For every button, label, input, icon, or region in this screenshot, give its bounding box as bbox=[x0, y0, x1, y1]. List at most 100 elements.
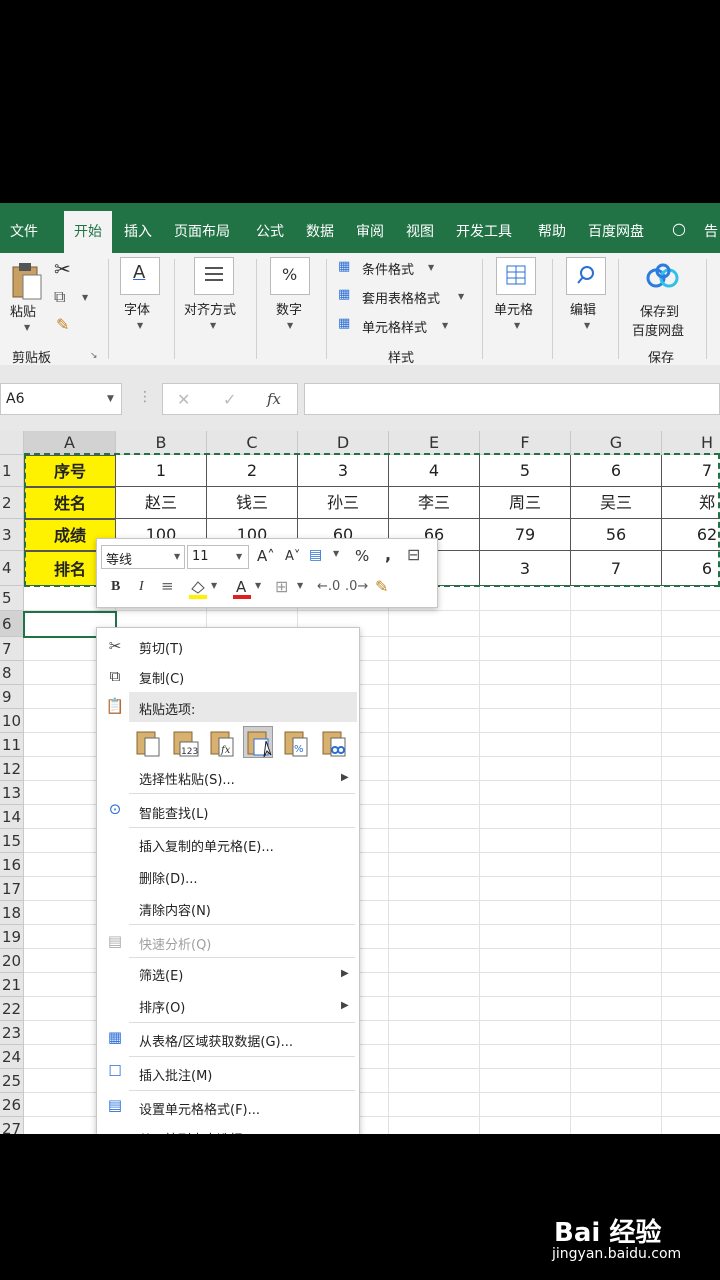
confirm-icon[interactable]: ✓ bbox=[223, 390, 236, 409]
cell[interactable] bbox=[571, 1117, 662, 1134]
row-header[interactable]: 1 bbox=[0, 455, 24, 487]
row-header[interactable]: 17 bbox=[0, 877, 24, 901]
table-cell[interactable]: 钱三 bbox=[207, 487, 298, 519]
chevron-down-icon[interactable]: ▼ bbox=[211, 581, 217, 590]
table-cell[interactable]: 赵三 bbox=[116, 487, 207, 519]
paste-values-icon[interactable]: 123 bbox=[170, 726, 200, 758]
cell[interactable] bbox=[480, 949, 571, 973]
cell[interactable] bbox=[662, 757, 720, 781]
tab-file[interactable]: 文件 bbox=[10, 221, 38, 241]
chevron-down-icon[interactable]: ▼ bbox=[82, 293, 88, 302]
cell[interactable] bbox=[571, 1093, 662, 1117]
paste-formatting-icon[interactable]: % bbox=[281, 726, 311, 758]
cell[interactable] bbox=[571, 611, 662, 637]
table-cell[interactable]: 2 bbox=[207, 455, 298, 487]
tab-review[interactable]: 审阅 bbox=[356, 221, 384, 241]
row-header[interactable]: 10 bbox=[0, 709, 24, 733]
cell[interactable] bbox=[480, 829, 571, 853]
column-header[interactable]: G bbox=[571, 431, 662, 455]
cell[interactable] bbox=[571, 853, 662, 877]
table-cell[interactable]: 6 bbox=[662, 551, 720, 586]
cell[interactable] bbox=[389, 733, 480, 757]
cell[interactable] bbox=[662, 1045, 720, 1069]
cell[interactable] bbox=[480, 781, 571, 805]
cell[interactable] bbox=[480, 805, 571, 829]
cell[interactable] bbox=[571, 661, 662, 685]
cell[interactable] bbox=[571, 901, 662, 925]
cell[interactable] bbox=[662, 973, 720, 997]
cell[interactable] bbox=[662, 611, 720, 637]
decrease-decimal-icon[interactable]: .0→ bbox=[345, 579, 368, 594]
cell-style-button[interactable]: 单元格样式 bbox=[362, 317, 427, 336]
chevron-down-icon[interactable]: ▼ bbox=[24, 323, 30, 332]
row-header[interactable]: 14 bbox=[0, 805, 24, 829]
cell[interactable] bbox=[571, 829, 662, 853]
cell[interactable] bbox=[389, 829, 480, 853]
chevron-down-icon[interactable]: ▼ bbox=[442, 321, 448, 330]
name-box[interactable]: A6 ▼ bbox=[0, 383, 122, 415]
cell[interactable] bbox=[571, 637, 662, 661]
cell[interactable] bbox=[389, 709, 480, 733]
tab-baidu-netdisk[interactable]: 百度网盘 bbox=[588, 221, 644, 241]
cell[interactable] bbox=[480, 637, 571, 661]
alignment-button[interactable] bbox=[194, 257, 234, 295]
table-cell[interactable]: 吴三 bbox=[571, 487, 662, 519]
align-center-icon[interactable]: ≡ bbox=[161, 577, 174, 595]
dialog-launcher-icon[interactable]: ↘ bbox=[90, 351, 98, 361]
cell[interactable] bbox=[480, 733, 571, 757]
cell[interactable] bbox=[480, 757, 571, 781]
table-cell[interactable]: 56 bbox=[571, 519, 662, 551]
font-button[interactable]: A bbox=[120, 257, 160, 295]
table-cell[interactable]: 孙三 bbox=[298, 487, 389, 519]
chevron-down-icon[interactable]: ▼ bbox=[584, 321, 590, 330]
tab-home[interactable]: 开始 bbox=[64, 211, 112, 253]
accounting-format-icon[interactable]: ▤ bbox=[309, 547, 322, 563]
cell[interactable] bbox=[662, 1021, 720, 1045]
percent-style-icon[interactable]: % bbox=[355, 547, 369, 565]
chevron-down-icon[interactable]: ▼ bbox=[428, 263, 434, 272]
cell[interactable] bbox=[389, 1069, 480, 1093]
table-header-cell[interactable]: 序号 bbox=[24, 455, 116, 487]
cell[interactable] bbox=[480, 925, 571, 949]
cell[interactable] bbox=[662, 997, 720, 1021]
menu-item-format-cells[interactable]: 设置单元格格式(F)... bbox=[139, 1099, 260, 1118]
tab-formulas[interactable]: 公式 bbox=[256, 221, 284, 241]
cell[interactable] bbox=[571, 973, 662, 997]
cell[interactable] bbox=[571, 781, 662, 805]
row-header[interactable]: 26 bbox=[0, 1093, 24, 1117]
row-header[interactable]: 25 bbox=[0, 1069, 24, 1093]
paste-formulas-icon[interactable]: fx bbox=[207, 726, 237, 758]
row-header[interactable]: 23 bbox=[0, 1021, 24, 1045]
row-header[interactable]: 11 bbox=[0, 733, 24, 757]
menu-item-paste-special[interactable]: 选择性粘贴(S)... bbox=[139, 769, 235, 788]
row-header[interactable]: 13 bbox=[0, 781, 24, 805]
table-cell[interactable]: 62 bbox=[662, 519, 720, 551]
cell[interactable] bbox=[389, 757, 480, 781]
cell[interactable] bbox=[389, 925, 480, 949]
cell[interactable] bbox=[571, 949, 662, 973]
row-header[interactable]: 20 bbox=[0, 949, 24, 973]
editing-button[interactable] bbox=[566, 257, 606, 295]
table-cell[interactable]: 4 bbox=[389, 455, 480, 487]
cell[interactable] bbox=[389, 1093, 480, 1117]
italic-icon[interactable]: I bbox=[139, 579, 144, 595]
cell[interactable] bbox=[480, 1045, 571, 1069]
cell[interactable] bbox=[662, 709, 720, 733]
cell[interactable] bbox=[389, 1117, 480, 1134]
cell[interactable] bbox=[480, 877, 571, 901]
cell[interactable] bbox=[571, 1069, 662, 1093]
cell[interactable] bbox=[662, 781, 720, 805]
cell[interactable] bbox=[571, 1045, 662, 1069]
cell[interactable] bbox=[480, 709, 571, 733]
row-header[interactable]: 12 bbox=[0, 757, 24, 781]
chevron-down-icon[interactable]: ▼ bbox=[514, 321, 520, 330]
table-cell[interactable]: 郑 bbox=[662, 487, 720, 519]
table-cell[interactable]: 李三 bbox=[389, 487, 480, 519]
cell[interactable] bbox=[662, 1093, 720, 1117]
increase-decimal-icon[interactable]: ←.0 bbox=[317, 579, 340, 594]
cell[interactable] bbox=[480, 1069, 571, 1093]
format-painter-icon[interactable]: ✎ bbox=[56, 315, 69, 334]
menu-item-get-data[interactable]: 从表格/区域获取数据(G)... bbox=[139, 1031, 293, 1050]
cell[interactable] bbox=[662, 925, 720, 949]
borders-icon[interactable]: ⊞ bbox=[275, 577, 288, 596]
